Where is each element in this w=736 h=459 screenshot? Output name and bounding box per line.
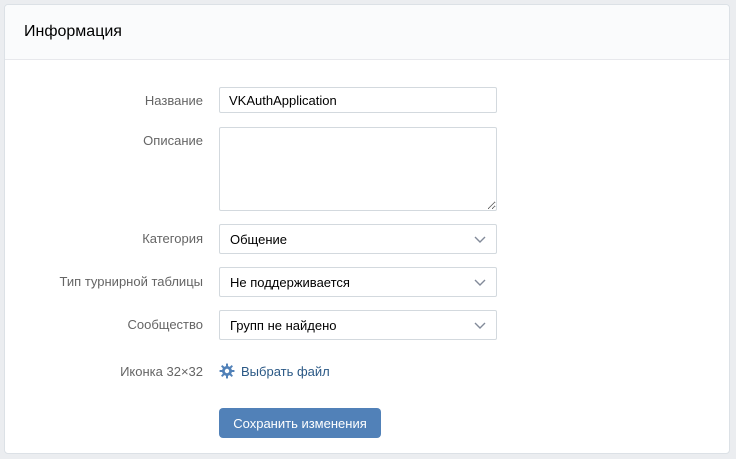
community-select[interactable]: Групп не найдено [219, 310, 497, 340]
card-header: Информация [5, 5, 729, 60]
community-value: Групп не найдено [230, 317, 337, 333]
page-title: Информация [24, 23, 122, 40]
choose-file-link[interactable]: Выбрать файл [219, 363, 330, 379]
gear-icon [219, 363, 235, 379]
name-label: Название [144, 93, 203, 108]
category-value: Общение [230, 231, 288, 247]
choose-file-text: Выбрать файл [241, 363, 330, 379]
info-card: Информация Название Описание Категория О… [4, 4, 730, 454]
name-input[interactable] [219, 87, 497, 113]
category-row: Категория Общение [5, 224, 729, 254]
category-label: Категория [142, 231, 203, 246]
leaderboard-row: Тип турнирной таблицы Не поддерживается [5, 267, 729, 297]
category-select[interactable]: Общение [219, 224, 497, 254]
leaderboard-label: Тип турнирной таблицы [59, 274, 203, 289]
description-label: Описание [143, 133, 203, 148]
icon-label: Иконка 32×32 [120, 364, 203, 379]
community-row: Сообщество Групп не найдено [5, 310, 729, 340]
community-label: Сообщество [127, 317, 203, 332]
description-textarea[interactable] [219, 127, 497, 211]
leaderboard-value: Не поддерживается [230, 274, 350, 290]
leaderboard-select[interactable]: Не поддерживается [219, 267, 497, 297]
chevron-down-icon [474, 236, 486, 243]
chevron-down-icon [474, 279, 486, 286]
save-button[interactable]: Сохранить изменения [219, 408, 381, 438]
chevron-down-icon [474, 322, 486, 329]
